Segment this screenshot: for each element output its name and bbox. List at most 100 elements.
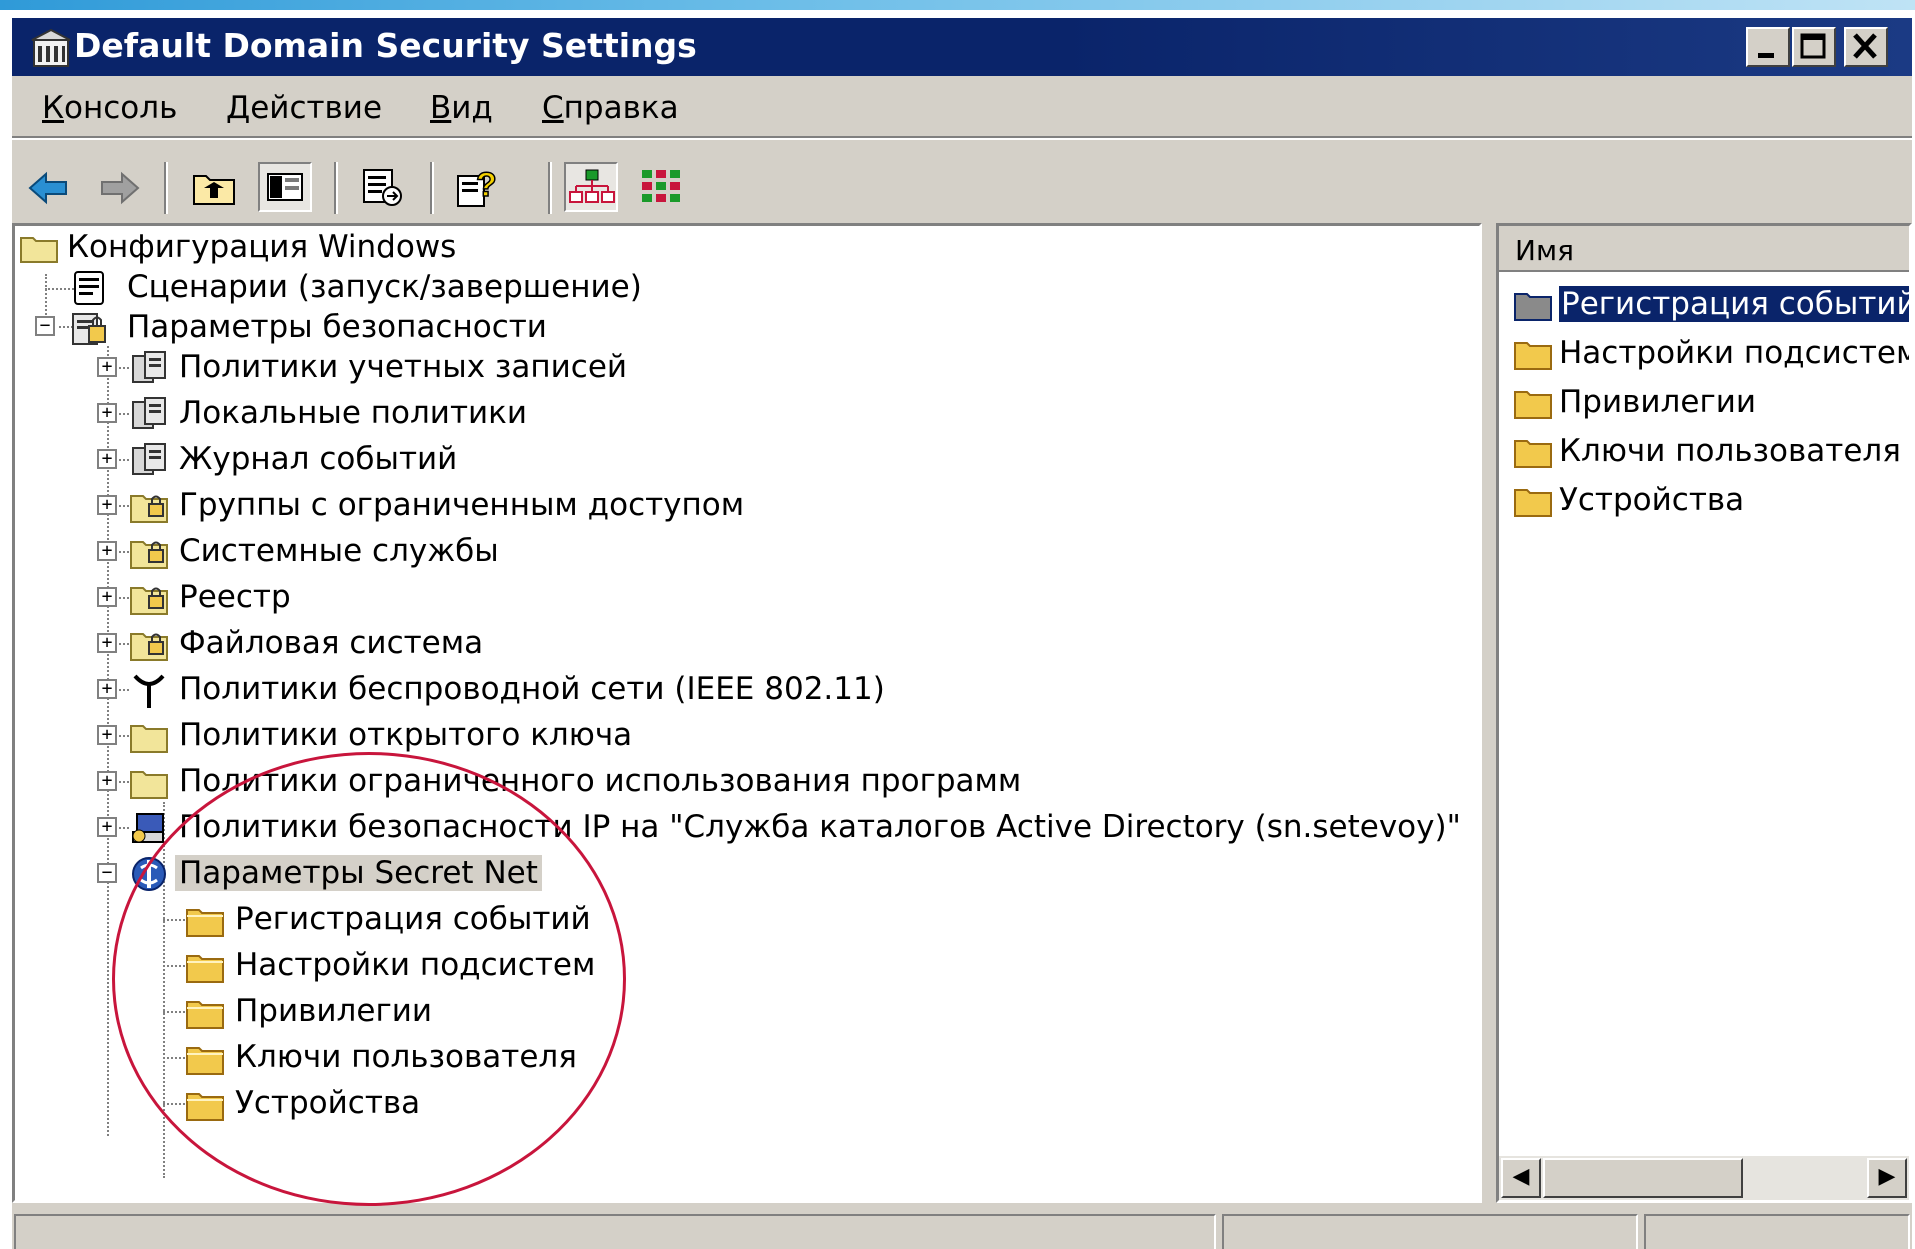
folder-icon	[1514, 342, 1552, 370]
scrollbar-thumb[interactable]	[1543, 1158, 1743, 1198]
expand-toggle[interactable]: +	[97, 725, 117, 745]
tree-node-label: Группы с ограниченным доступом	[179, 487, 745, 523]
server-policy-icon	[132, 351, 166, 383]
menu-action[interactable]: Действие	[226, 90, 382, 126]
list-item-label: Ключи пользователя	[1559, 433, 1901, 469]
server-policy-icon	[132, 443, 166, 475]
collapse-toggle[interactable]: −	[97, 863, 117, 883]
top-decor-stripe	[0, 0, 1915, 10]
maximize-icon	[1800, 33, 1826, 59]
server-policy-icon	[132, 397, 166, 429]
menu-help[interactable]: Справка	[542, 90, 679, 126]
menu-view[interactable]: Вид	[430, 90, 493, 126]
toolbar-separator	[164, 162, 168, 214]
tree-node-label: Конфигурация Windows	[67, 229, 457, 265]
locked-folder-icon	[130, 541, 168, 569]
tree-node-label: Файловая система	[179, 625, 484, 661]
script-icon	[74, 271, 104, 305]
list-item-privileges[interactable]: Привилегии	[1513, 382, 1756, 426]
expand-toggle[interactable]: +	[97, 679, 117, 699]
list-item-event-registration[interactable]: Регистрация событий	[1513, 284, 1909, 328]
tree-node-label: Политики беспроводной сети (IEEE 802.11)	[179, 671, 885, 707]
help-icon: ?	[457, 165, 498, 207]
folder-icon	[1514, 489, 1552, 517]
locked-folder-icon	[130, 495, 168, 523]
folder-icon	[20, 237, 58, 263]
toolbar-separator	[548, 162, 552, 214]
list-item-label: Устройства	[1559, 482, 1745, 518]
tree-view-button[interactable]	[564, 162, 618, 212]
highlight-ellipse	[112, 752, 626, 1206]
title-bar[interactable]: Default Domain Security Settings	[12, 18, 1912, 76]
tree-node-label: Параметры безопасности	[127, 309, 547, 345]
export-list-button[interactable]	[356, 162, 410, 212]
close-icon	[1853, 33, 1877, 59]
result-list-pane[interactable]: Имя Регистрация событий Настройки подсис…	[1496, 223, 1912, 1203]
locked-folder-icon	[130, 587, 168, 615]
list-item-devices[interactable]: Устройства	[1513, 480, 1744, 524]
expand-toggle[interactable]: +	[97, 771, 117, 791]
status-cell-middle	[1222, 1214, 1638, 1249]
tree-node-label: Сценарии (запуск/завершение)	[127, 269, 642, 305]
grid-view-icon	[642, 170, 680, 202]
back-button[interactable]	[22, 162, 76, 212]
tree-node-label: Локальные политики	[179, 395, 528, 431]
expand-toggle[interactable]: +	[97, 817, 117, 837]
app-icon	[31, 28, 71, 67]
folder-icon	[130, 771, 168, 799]
toolbar-separator	[334, 162, 338, 214]
status-bar	[12, 1210, 1912, 1249]
column-header-name[interactable]: Имя	[1499, 226, 1909, 272]
list-item-user-keys[interactable]: Ключи пользователя	[1513, 431, 1901, 475]
tree-node-label: Системные службы	[179, 533, 499, 569]
list-item-label: Регистрация событий	[1559, 286, 1909, 322]
tree-node-label: Политики учетных записей	[179, 349, 628, 385]
svg-text:?: ?	[476, 166, 497, 204]
status-cell-right	[1644, 1214, 1910, 1249]
folder-icon	[130, 725, 168, 753]
tree-node-label: Журнал событий	[179, 441, 458, 477]
maximize-button[interactable]	[1792, 27, 1836, 67]
close-button[interactable]	[1844, 27, 1888, 67]
back-arrow-icon	[28, 171, 67, 205]
forward-arrow-icon	[101, 171, 140, 205]
grid-view-button[interactable]	[634, 162, 688, 212]
toolbar-separator	[430, 162, 434, 214]
scroll-right-button[interactable]: ▶	[1867, 1158, 1907, 1198]
menu-bar: Консоль Действие Вид Справка	[12, 76, 1912, 138]
security-settings-icon	[72, 313, 106, 345]
expand-toggle[interactable]: +	[97, 449, 117, 469]
export-list-icon	[363, 169, 402, 206]
locked-folder-icon	[130, 633, 168, 661]
expand-toggle[interactable]: +	[97, 587, 117, 607]
list-item-label: Настройки подсистем	[1559, 335, 1912, 371]
expand-toggle[interactable]: +	[97, 495, 117, 515]
antenna-icon	[133, 674, 165, 708]
forward-button[interactable]	[92, 162, 146, 212]
show-hide-tree-icon	[267, 173, 303, 201]
status-cell-main	[14, 1214, 1216, 1249]
tree-view-icon	[569, 169, 615, 203]
column-header-label: Имя	[1515, 234, 1574, 267]
help-button[interactable]: ?	[452, 162, 506, 212]
up-folder-icon	[193, 175, 235, 205]
expand-toggle[interactable]: +	[97, 357, 117, 377]
folder-icon	[1514, 440, 1552, 468]
tree-node-label: Политики открытого ключа	[179, 717, 633, 753]
menu-console[interactable]: Консоль	[42, 90, 177, 126]
list-item-subsystem-settings[interactable]: Настройки подсистем	[1513, 333, 1909, 377]
up-one-level-button[interactable]	[188, 162, 242, 212]
show-hide-console-tree-button[interactable]	[258, 162, 312, 212]
horizontal-scrollbar[interactable]: ◀ ▶	[1499, 1156, 1909, 1200]
minimize-icon	[1758, 53, 1774, 58]
expand-toggle[interactable]: +	[97, 541, 117, 561]
scroll-left-button[interactable]: ◀	[1501, 1158, 1541, 1198]
folder-icon	[1514, 293, 1552, 321]
window-title: Default Domain Security Settings	[74, 26, 697, 65]
minimize-button[interactable]	[1746, 27, 1790, 67]
list-item-label: Привилегии	[1559, 384, 1757, 420]
collapse-toggle[interactable]: −	[35, 316, 55, 336]
expand-toggle[interactable]: +	[97, 633, 117, 653]
expand-toggle[interactable]: +	[97, 403, 117, 423]
toolbar: ?	[12, 140, 1912, 232]
